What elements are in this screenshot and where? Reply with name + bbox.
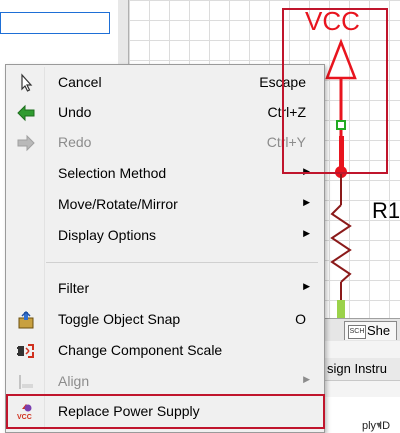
vcc-label[interactable]: VCC [305,6,360,36]
resistor-designator[interactable]: R1 [372,198,400,223]
svg-text:VCC: VCC [17,414,32,421]
menu-item-label: Replace Power Supply [58,403,200,419]
menu-item-move-rotate-mirror[interactable]: Move/Rotate/Mirror ▶ [6,191,324,219]
resistor-r1[interactable] [330,204,352,283]
context-menu: Cancel Escape Undo Ctrl+Z Redo Ctrl+Y Se… [5,64,325,433]
menu-item-toggle-object-snap[interactable]: Toggle Object Snap O [6,306,324,334]
menu-item-shortcut: Ctrl+Z [267,104,307,120]
submenu-arrow-icon: ▶ [303,166,310,176]
submenu-arrow-icon: ▶ [303,281,310,291]
menu-item-label: Toggle Object Snap [58,311,181,327]
menu-item-undo[interactable]: Undo Ctrl+Z [6,99,324,127]
menu-item-display-options[interactable]: Display Options ▶ [6,222,324,250]
menu-item-selection-method[interactable]: Selection Method ▶ [6,160,324,188]
undo-arrow-icon [16,103,36,123]
menu-item-change-component-scale[interactable]: Change Component Scale [6,337,324,365]
menu-item-label: Undo [58,104,92,120]
submenu-arrow-icon: ▶ [303,197,310,207]
menu-item-filter[interactable]: Filter ▶ [6,275,324,303]
pointer-arrow-icon [16,73,36,93]
menu-item-label: Selection Method [58,165,167,181]
tab-sheet-label: She [367,323,391,338]
schematic-sheet-icon: SCH [348,325,366,339]
align-icon [16,372,36,392]
menu-item-align[interactable]: Align ▶ [6,368,324,396]
object-snap-icon [16,310,36,330]
menu-item-shortcut: O [295,311,306,327]
side-panel-field[interactable] [0,12,110,34]
menu-item-shortcut: Ctrl+Y [266,134,306,150]
submenu-arrow-icon: ▶ [303,374,310,384]
menu-item-label: Move/Rotate/Mirror [58,196,178,212]
redo-arrow-icon [16,133,36,153]
menu-separator [46,262,318,263]
menu-item-label: Align [58,373,90,389]
tab-sheet[interactable]: SCH She [344,321,398,340]
menu-item-label: Change Component Scale [58,342,223,358]
menu-item-redo[interactable]: Redo Ctrl+Y [6,129,324,157]
lower-panel-title: sign Instru [327,361,387,376]
menu-item-label: Redo [58,134,92,150]
menu-item-replace-power-supply[interactable]: VCC Replace Power Supply [6,398,324,426]
vcc-power-icon: VCC [16,402,36,422]
scroll-down-icon[interactable]: ▼ [372,419,386,431]
menu-item-label: Cancel [58,74,102,90]
menu-item-shortcut: Escape [259,74,306,90]
wire-highlight [339,136,344,170]
menu-item-label: Display Options [58,227,157,243]
menu-item-label: Filter [58,280,90,296]
component-scale-icon [16,341,36,361]
vcc-triangle[interactable] [325,38,357,80]
resistor-pin-green [337,300,345,318]
submenu-arrow-icon: ▶ [303,228,310,238]
menu-item-cancel[interactable]: Cancel Escape [6,69,324,97]
pin-marker-green [336,120,346,130]
